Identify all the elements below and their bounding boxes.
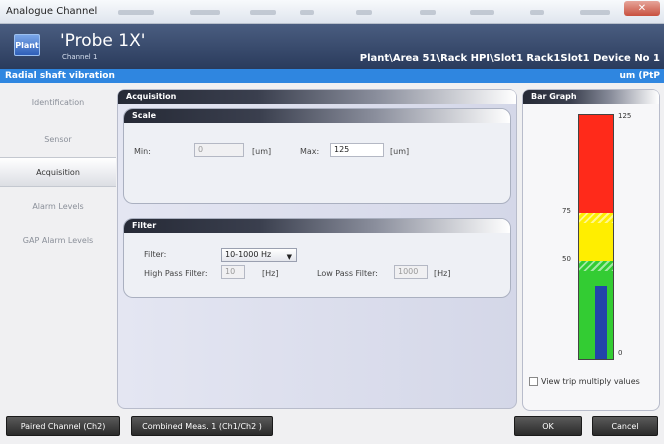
device-path: Plant\Area 51\Rack HPI\Slot1 Rack1Slot1 … [359,53,660,64]
ok-label: OK [542,422,554,431]
nav-item-identification[interactable]: Identification [0,88,116,118]
filter-group-header: Filter [124,219,510,233]
bar-graph-panel: Bar Graph 125 75 50 0 View trip multiply… [522,89,660,411]
high-pass-input[interactable]: 10 [221,265,245,279]
bottom-bar: Paired Channel (Ch2) Combined Meas. 1 (C… [0,413,664,444]
combined-meas-label: Combined Meas. 1 (Ch1/Ch2 ) [142,422,262,431]
title-bar-decoration [420,10,436,15]
title-bar-decoration [530,10,544,15]
low-pass-input[interactable]: 1000 [394,265,428,279]
max-label: Max: [300,147,320,156]
min-label: Min: [134,147,151,156]
ok-button[interactable]: OK [514,416,582,436]
paired-channel-label: Paired Channel (Ch2) [20,422,106,431]
high-pass-unit: [Hz] [262,269,279,278]
measurement-bar [595,285,607,359]
channel-label: Channel 1 [62,53,98,61]
plant-logo: Plant [14,34,40,56]
measurement-unit: um (PtP [619,71,660,81]
filter-select-value: 10-1000 Hz [225,250,272,259]
title-bar-decoration [356,10,372,15]
title-bar-decoration [190,10,220,15]
tick-label: 125 [618,112,632,120]
chevron-down-icon: ▼ [286,253,292,261]
nav-item-label: Sensor [44,135,72,144]
low-pass-unit: [Hz] [434,269,451,278]
analogue-channel-window: Analogue Channel ✕ Plant 'Probe 1X' Chan… [0,0,664,444]
nav-item-label: Acquisition [36,168,80,177]
max-input[interactable]: 125 [330,143,384,157]
tick-label: 0 [618,349,623,357]
acquisition-panel: Acquisition Scale Min: 0 [um] Max: 125 [… [117,89,517,409]
max-unit: [um] [390,147,410,156]
tick-label: 75 [562,206,571,215]
high-pass-label: High Pass Filter: [144,269,208,278]
title-bar-decoration [250,10,276,15]
nav-item-label: Identification [31,98,85,107]
window-title: Analogue Channel [6,6,98,17]
title-bar-decoration [470,10,494,15]
title-bar-decoration [300,10,314,15]
nav-item-alarm-levels[interactable]: Alarm Levels [0,192,116,222]
filter-select[interactable]: 10-1000 Hz ▼ [221,248,297,262]
combined-meas-button[interactable]: Combined Meas. 1 (Ch1/Ch2 ) [131,416,273,436]
scale-group: Scale Min: 0 [um] Max: 125 [um] [123,108,511,204]
title-bar-decoration [580,10,610,15]
bar-graph-header: Bar Graph [523,90,659,104]
nav-item-sensor[interactable]: Sensor [0,125,116,155]
close-icon: ✕ [637,3,647,14]
nav-item-label: Alarm Levels [32,202,84,211]
view-trip-multiply-checkbox[interactable] [529,377,538,386]
nav-item-gap-alarm-levels[interactable]: GAP Alarm Levels [0,226,116,256]
danger-zone [579,115,613,213]
scale-group-header: Scale [124,109,510,123]
sidebar-nav: Identification Sensor Acquisition Alarm … [0,88,116,404]
min-input[interactable]: 0 [194,143,244,157]
title-bar: Analogue Channel ✕ [0,0,664,24]
view-trip-multiply-label: View trip multiply values [541,377,640,386]
probe-name: 'Probe 1X' [60,31,146,51]
low-pass-label: Low Pass Filter: [317,269,378,278]
alert-zone [579,212,613,262]
measurement-type: Radial shaft vibration [5,71,115,81]
bar-graph-scale [578,114,614,360]
cancel-button[interactable]: Cancel [592,416,658,436]
filter-group: Filter Filter: 10-1000 Hz ▼ High Pass Fi… [123,218,511,298]
cancel-label: Cancel [611,422,639,431]
channel-header: Plant 'Probe 1X' Channel 1 Plant\Area 51… [0,24,664,69]
filter-label: Filter: [144,250,167,259]
nav-item-label: GAP Alarm Levels [22,236,94,245]
acquisition-panel-header: Acquisition [118,90,516,104]
min-unit: [um] [252,147,272,156]
nav-item-acquisition[interactable]: Acquisition [0,157,116,187]
tick-label: 50 [562,255,571,264]
paired-channel-button[interactable]: Paired Channel (Ch2) [6,416,120,436]
measurement-strip: Radial shaft vibration um (PtP [0,69,664,83]
title-bar-decoration [118,10,154,15]
close-button[interactable]: ✕ [624,1,660,16]
